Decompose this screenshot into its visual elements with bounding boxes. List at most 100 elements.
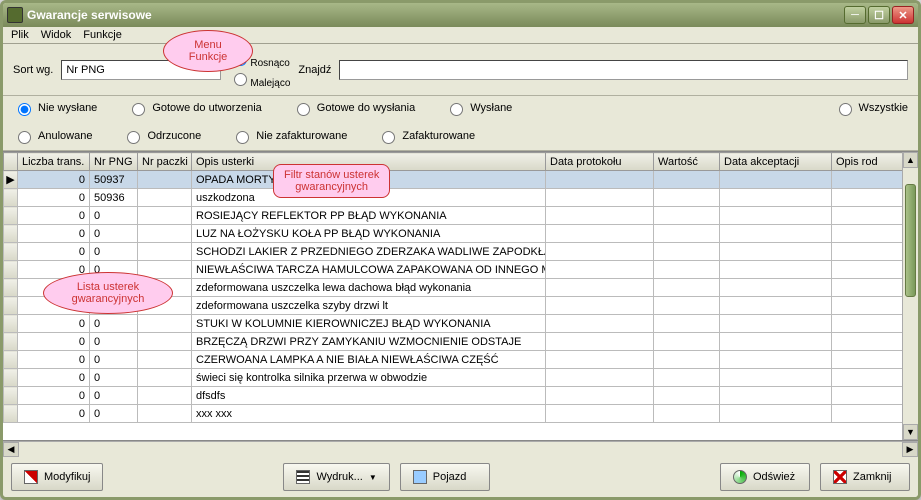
filter-anulowane[interactable]: Anulowane: [13, 128, 92, 144]
table-row[interactable]: 00LUZ NA ŁOŻYSKU KOŁA PP BŁĄD WYKONANIA: [4, 225, 918, 243]
col-png[interactable]: Nr PNG: [90, 153, 138, 171]
scroll-left-icon[interactable]: ◀: [3, 442, 19, 457]
cell-data-prot: [546, 189, 654, 207]
refresh-button[interactable]: Odśwież: [720, 463, 810, 491]
filter-zafakt[interactable]: Zafakturowane: [377, 128, 475, 144]
filter-nie-wyslane[interactable]: Nie wysłane: [13, 100, 97, 116]
vertical-scrollbar[interactable]: ▲ ▼: [902, 152, 918, 440]
table-row[interactable]: 00świeci się kontrolka silnika przerwa w…: [4, 369, 918, 387]
cell-data-akc: [720, 351, 832, 369]
cell-data-akc: [720, 189, 832, 207]
table-row[interactable]: ▶050937OPADA MORTYZATORKI: [4, 171, 918, 189]
scroll-up-icon[interactable]: ▲: [903, 152, 918, 168]
cell-png: 0: [90, 279, 138, 297]
cell-liczba: 0: [18, 387, 90, 405]
cell-png: 0: [90, 297, 138, 315]
cell-paczka: [138, 261, 192, 279]
table-row[interactable]: 00SCHODZI LAKIER Z PRZEDNIEGO ZDERZAKA W…: [4, 243, 918, 261]
sort-asc[interactable]: Rosnąco: [229, 50, 290, 69]
sort-desc[interactable]: Malejąco: [229, 70, 290, 89]
vehicle-button[interactable]: Pojazd: [400, 463, 490, 491]
row-marker-icon: [4, 189, 18, 207]
titlebar: Gwarancje serwisowe ─ ☐ ✕: [3, 3, 918, 27]
menu-functions[interactable]: Funkcje: [83, 29, 122, 41]
menubar: Plik Widok Funkcje: [3, 27, 918, 44]
cell-liczba: 0: [18, 225, 90, 243]
close-button[interactable]: ✕: [892, 6, 914, 24]
cell-paczka: [138, 279, 192, 297]
cell-data-prot: [546, 261, 654, 279]
table-row[interactable]: 00 BRZĘCZĄ DRZWI PRZY ZAMYKANIU WZMOCNIEN…: [4, 333, 918, 351]
cell-wartosc: [654, 261, 720, 279]
table-row[interactable]: 050936uszkodzona: [4, 189, 918, 207]
minimize-button[interactable]: ─: [844, 6, 866, 24]
cell-data-akc: [720, 207, 832, 225]
cell-paczka: [138, 315, 192, 333]
cell-png: 0: [90, 405, 138, 423]
cell-liczba: 0: [18, 351, 90, 369]
row-marker-icon: [4, 315, 18, 333]
cell-liczba: 0: [18, 333, 90, 351]
modify-button[interactable]: Modyfikuj: [11, 463, 103, 491]
col-liczba[interactable]: Liczba trans.: [18, 153, 90, 171]
col-data-akc[interactable]: Data akceptacji: [720, 153, 832, 171]
cell-paczka: [138, 369, 192, 387]
cell-data-akc: [720, 243, 832, 261]
table-row[interactable]: 00ROSIEJĄCY REFLEKTOR PP BŁĄD WYKONANIA: [4, 207, 918, 225]
table-row[interactable]: 00zdeformowana uszczelka lewa dachowa bł…: [4, 279, 918, 297]
cell-data-akc: [720, 171, 832, 189]
print-icon: [296, 470, 310, 484]
cell-wartosc: [654, 315, 720, 333]
refresh-icon: [733, 470, 747, 484]
filter-nie-zafakt[interactable]: Nie zafakturowane: [231, 128, 347, 144]
cell-png: 0: [90, 333, 138, 351]
scroll-thumb[interactable]: [905, 184, 916, 297]
cell-png: 50936: [90, 189, 138, 207]
row-marker-icon: [4, 243, 18, 261]
menu-file[interactable]: Plik: [11, 29, 29, 41]
row-marker-header: [4, 153, 18, 171]
close-button-bottom[interactable]: Zamknij: [820, 463, 910, 491]
table-row[interactable]: 00dfsdfs: [4, 387, 918, 405]
table-row[interactable]: 00CZERWOANA LAMPKA A NIE BIAŁA NIEWŁAŚCI…: [4, 351, 918, 369]
scroll-track[interactable]: [19, 442, 902, 457]
cell-liczba: 0: [18, 261, 90, 279]
grid-table[interactable]: Liczba trans. Nr PNG Nr paczki Opis uste…: [3, 152, 918, 423]
menu-view[interactable]: Widok: [41, 29, 72, 41]
find-input[interactable]: [339, 60, 908, 80]
col-opis[interactable]: Opis usterki: [192, 153, 546, 171]
filter-wszystkie[interactable]: Wszystkie: [834, 100, 909, 116]
cell-opis: uszkodzona: [192, 189, 546, 207]
cell-data-prot: [546, 171, 654, 189]
filter-gotowe-utw[interactable]: Gotowe do utworzenia: [127, 100, 261, 116]
horizontal-scrollbar[interactable]: ◀ ▶: [3, 441, 918, 457]
maximize-button[interactable]: ☐: [868, 6, 890, 24]
print-button[interactable]: Wydruk...▼: [283, 463, 389, 491]
row-marker-icon: [4, 207, 18, 225]
cell-data-prot: [546, 207, 654, 225]
row-marker-icon: [4, 225, 18, 243]
sort-combo[interactable]: [61, 60, 221, 80]
cell-wartosc: [654, 171, 720, 189]
cell-png: 0: [90, 315, 138, 333]
table-row[interactable]: 00zdeformowana uszczelka szyby drzwi lt: [4, 297, 918, 315]
cell-png: 0: [90, 369, 138, 387]
filter-odrzucone[interactable]: Odrzucone: [122, 128, 201, 144]
cell-data-prot: [546, 243, 654, 261]
cell-wartosc: [654, 189, 720, 207]
col-paczka[interactable]: Nr paczki: [138, 153, 192, 171]
table-row[interactable]: 00STUKI W KOLUMNIE KIEROWNICZEJ BŁĄD WYK…: [4, 315, 918, 333]
table-row[interactable]: 00xxx xxx: [4, 405, 918, 423]
cell-data-akc: [720, 279, 832, 297]
cell-opis: dfsdfs: [192, 387, 546, 405]
filter-wyslane[interactable]: Wysłane: [445, 100, 512, 116]
filter-gotowe-wys[interactable]: Gotowe do wysłania: [292, 100, 415, 116]
scroll-right-icon[interactable]: ▶: [902, 442, 918, 457]
col-wartosc[interactable]: Wartość: [654, 153, 720, 171]
table-row[interactable]: 00NIEWŁAŚCIWA TARCZA HAMULCOWA ZAPAKOWAN…: [4, 261, 918, 279]
col-data-prot[interactable]: Data protokołu: [546, 153, 654, 171]
cell-opis: BRZĘCZĄ DRZWI PRZY ZAMYKANIU WZMOCNIENIE…: [192, 333, 546, 351]
cell-paczka: [138, 297, 192, 315]
cell-paczka: [138, 333, 192, 351]
scroll-down-icon[interactable]: ▼: [903, 424, 918, 440]
